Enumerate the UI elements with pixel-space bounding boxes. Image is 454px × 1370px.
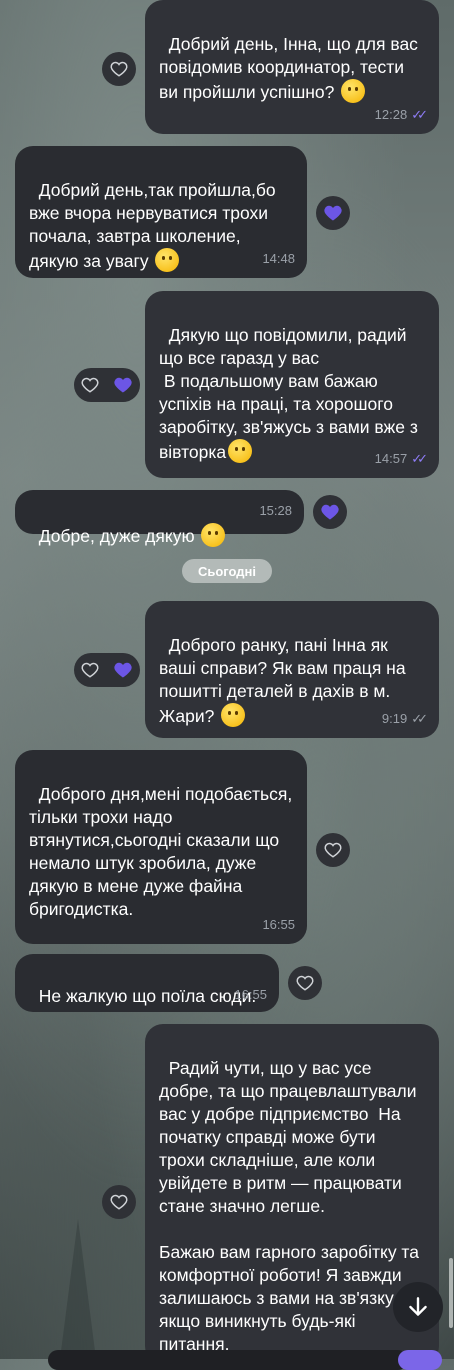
message-bubble[interactable]: Не жалкую що поїла сюди. 16:55 xyxy=(15,954,279,1012)
message-time: 9:19 xyxy=(381,711,408,726)
heart-filled-icon xyxy=(114,377,132,393)
heart-filled-icon xyxy=(114,662,132,678)
scroll-to-bottom-button[interactable] xyxy=(393,1282,443,1332)
add-reaction-button[interactable] xyxy=(102,1185,136,1219)
message-bubble[interactable]: Добрий день,так пройшла,бо вже вчора нер… xyxy=(15,146,307,278)
add-reaction-button[interactable] xyxy=(288,966,322,1000)
message-text: Доброго дня,мені подобається, тільки тро… xyxy=(29,784,298,919)
emoji-icon xyxy=(155,248,180,272)
message-bubble[interactable]: Добре, дуже дякую 15:28 xyxy=(15,490,304,547)
message-time: 14:48 xyxy=(262,251,295,266)
message-bubble[interactable]: Добрий день, Інна, що для вас повідомив … xyxy=(145,0,439,134)
reaction-group[interactable] xyxy=(74,368,140,402)
emoji-icon xyxy=(341,79,366,103)
heart-filled-icon xyxy=(324,205,342,221)
message-text: Добре, дуже дякую xyxy=(38,526,200,546)
scrollbar[interactable] xyxy=(449,1258,453,1328)
message-text: Добрий день, Інна, що для вас повідомив … xyxy=(159,34,423,102)
message-text: Радий чути, що у вас усе добре, та що пр… xyxy=(159,1058,419,1354)
reaction-heart-button[interactable] xyxy=(313,495,347,529)
message-text: Доброго ранку, пані Інна як ваші справи?… xyxy=(159,635,411,726)
message-input-bar[interactable] xyxy=(48,1350,408,1370)
double-check-icon: ✓✓ xyxy=(411,451,428,466)
emoji-icon xyxy=(228,439,253,463)
message-text: Дякую що повідомили, радий що все гаразд… xyxy=(159,325,418,462)
heart-outline-icon xyxy=(324,842,342,858)
message-time: 12:28 xyxy=(374,107,408,122)
emoji-icon xyxy=(201,523,226,547)
reaction-group[interactable] xyxy=(74,653,140,687)
message-time: 15:28 xyxy=(259,503,292,518)
heart-outline-icon xyxy=(81,662,99,678)
message-time: 16:55 xyxy=(262,917,295,932)
double-check-icon: ✓✓ xyxy=(411,107,428,122)
heart-outline-icon xyxy=(110,61,128,77)
double-check-icon: ✓✓ xyxy=(411,711,428,726)
message-time: 14:57 xyxy=(374,451,408,466)
message-bubble[interactable]: Дякую що повідомили, радий що все гаразд… xyxy=(145,291,439,478)
heart-filled-icon xyxy=(321,504,339,520)
emoji-icon xyxy=(221,703,246,727)
add-reaction-button[interactable] xyxy=(102,52,136,86)
heart-outline-icon xyxy=(110,1194,128,1210)
date-separator: Сьогодні xyxy=(182,559,272,583)
arrow-down-icon xyxy=(409,1297,427,1316)
add-reaction-button[interactable] xyxy=(316,833,350,867)
message-bubble[interactable]: Доброго дня,мені подобається, тільки тро… xyxy=(15,750,307,944)
reaction-heart-button[interactable] xyxy=(316,196,350,230)
send-button[interactable] xyxy=(398,1350,442,1370)
message-time: 16:55 xyxy=(234,987,267,1002)
heart-outline-icon xyxy=(296,975,314,991)
message-text: Не жалкую що поїла сюди. xyxy=(38,986,257,1006)
message-bubble[interactable]: Доброго ранку, пані Інна як ваші справи?… xyxy=(145,601,439,738)
heart-outline-icon xyxy=(81,377,99,393)
